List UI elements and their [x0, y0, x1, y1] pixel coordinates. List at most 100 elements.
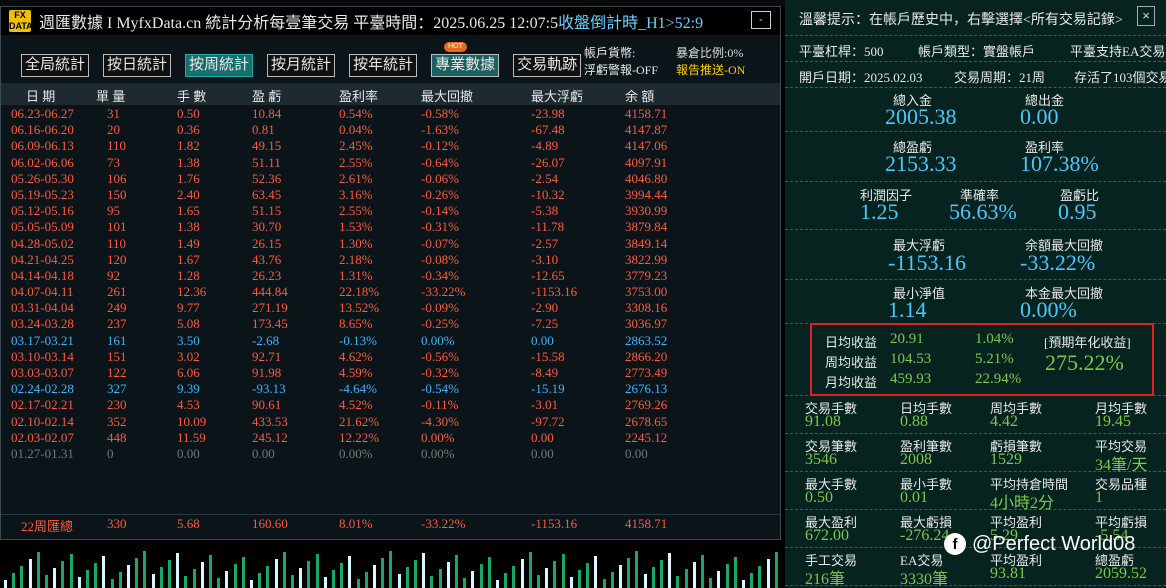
highlight-box — [810, 323, 1154, 396]
hint-section: 溫馨提示：在帳戶歷史中，右擊選擇<所有交易記錄> × — [785, 0, 1166, 36]
cell-lots: 9.39 — [177, 381, 200, 397]
cell-pnl: 0.00 — [252, 445, 275, 461]
candle-bar — [266, 566, 270, 588]
table-row: 02.10-02.14 352 10.09 433.53 21.62% -4.30% -97… — [1, 414, 780, 430]
cell-pnl: 26.15 — [252, 235, 282, 251]
deposit-value: 2005.38 — [885, 104, 957, 129]
tab-overall[interactable]: 全局統計 — [21, 54, 90, 77]
cell-date: 04.07-04.11 — [11, 284, 74, 300]
cell-balance: 3036.97 — [625, 316, 668, 332]
candle-bar — [323, 577, 327, 588]
cell-orders: 31 — [107, 106, 120, 121]
table-row: 03.24-03.28 237 5.08 173.45 8.65% -0.25% -7.25… — [1, 316, 780, 332]
cell-float: -7.25 — [531, 316, 559, 332]
candle-bar — [520, 559, 524, 588]
minimize-button[interactable]: - — [751, 11, 771, 29]
cell-orders: 151 — [107, 348, 127, 364]
profit-rate-value: 107.38% — [1020, 151, 1099, 176]
total-pnl-value: 2153.33 — [885, 151, 957, 176]
cell-lots: 6.06 — [177, 365, 200, 380]
stat-value: 0.01 — [900, 489, 928, 506]
stat-value: 672.00 — [805, 527, 849, 544]
candle-bar — [184, 576, 188, 588]
candle-bar — [159, 567, 163, 588]
stat-value: 91.08 — [805, 413, 841, 430]
candle-bar — [102, 556, 106, 588]
summary-dd: -33.22% — [421, 516, 466, 531]
min-equity-value: 1.14 — [888, 297, 927, 322]
cell-date: 06.09-06.13 — [11, 138, 74, 154]
tab-yearly[interactable]: 按年統計 — [349, 54, 418, 77]
cell-dd: -0.25% — [421, 316, 459, 332]
tab-professional[interactable]: HOT 專業數據 — [431, 42, 500, 77]
cell-dd: -33.22% — [421, 284, 466, 300]
candle-bar — [28, 559, 32, 588]
cell-rate: 4.62% — [339, 348, 373, 364]
candle-bar — [471, 571, 475, 588]
cell-pnl: 245.12 — [252, 429, 288, 445]
cell-balance: 3930.99 — [625, 203, 668, 219]
cell-rate: 1.30% — [339, 235, 373, 251]
stat-value: 1529 — [990, 451, 1022, 468]
ratio-section: 利潤因子 1.25 準確率 56.63% 盈虧比 0.95 — [785, 182, 1166, 230]
cell-float: -2.90 — [531, 300, 559, 316]
tab-daily[interactable]: 按日統計 — [103, 54, 172, 77]
cell-float: 0.00 — [531, 429, 554, 445]
candle-bar — [438, 569, 442, 588]
candle-bar — [619, 565, 622, 588]
cell-pnl: 92.71 — [252, 348, 282, 364]
candle-bar — [45, 575, 48, 588]
cell-rate: -4.64% — [339, 381, 377, 397]
table-row: 05.19-05.23 150 2.40 63.45 3.16% -0.26% -10.32… — [1, 187, 780, 203]
cell-pnl: 51.11 — [252, 154, 281, 170]
cell-orders: 106 — [107, 170, 127, 186]
fx-data-logo: FX DATA — [9, 10, 33, 32]
summary-lots: 5.68 — [177, 516, 200, 531]
float-alert-toggle[interactable]: 浮虧警報-OFF — [584, 62, 676, 79]
cell-pnl: 90.61 — [252, 397, 282, 413]
title-text: 週匯數據 I MyfxData.cn 統計分析每壹筆交易 平臺時間：2025.0… — [39, 15, 559, 32]
candle-bar — [217, 578, 221, 588]
cell-lots: 11.59 — [177, 429, 206, 445]
stat-value: 1 — [1095, 489, 1103, 506]
weekly-table-body: 06.23-06.27 31 0.50 10.84 0.54% -0.58% -23.98 4… — [1, 106, 780, 462]
header-max-drawdown: 最大回撤 — [421, 89, 474, 104]
stat-value: 0.88 — [900, 413, 928, 430]
cell-lots: 1.76 — [177, 170, 200, 186]
equity-section: 最小淨值 1.14 本金最大回撤 0.00% — [785, 280, 1166, 324]
cell-pnl: 433.53 — [252, 413, 288, 429]
report-push-toggle[interactable]: 報告推送-ON — [676, 62, 745, 79]
trade-cycle-text: 交易周期：21周 — [954, 70, 1046, 85]
candle-bar — [69, 554, 73, 588]
candle-bar — [512, 566, 516, 588]
watermark-text: @Perfect World08 — [972, 533, 1136, 555]
header-lots: 手 數 — [177, 89, 207, 104]
cell-lots: 0.00 — [177, 445, 200, 461]
candle-bar — [725, 564, 729, 588]
cell-date: 02.10-02.14 — [11, 413, 74, 429]
table-row: 06.02-06.06 73 1.38 51.11 2.55% -0.64% -26.07 4… — [1, 155, 780, 171]
cell-pnl: 52.36 — [252, 170, 282, 186]
tab-trade-track[interactable]: 交易軌跡 — [513, 54, 582, 77]
close-button[interactable]: × — [1137, 6, 1155, 26]
cell-orders: 352 — [107, 413, 127, 429]
candle-bar — [389, 551, 393, 588]
table-row: 04.28-05.02 110 1.49 26.15 1.30% -0.07% -2.57 3… — [1, 236, 780, 252]
cell-dd: -0.09% — [421, 300, 459, 316]
stats-row: 交易手數 91.08 日均手數 0.88 周均手數 4.42 月均手數 19.45 — [785, 396, 1166, 434]
candle-bar — [553, 561, 557, 588]
hint-text: 溫馨提示：在帳戶歷史中，右擊選擇<所有交易記錄> — [799, 13, 1123, 28]
cell-lots: 5.08 — [177, 316, 200, 332]
candle-bar — [291, 575, 294, 588]
cell-dd: -0.31% — [421, 219, 459, 235]
cell-float: -5.38 — [531, 203, 559, 219]
tab-weekly[interactable]: 按周統計 — [185, 54, 254, 77]
candle-bar — [479, 564, 483, 588]
candle-bar — [118, 572, 122, 588]
stat-value: 4.42 — [990, 413, 1018, 430]
tab-monthly[interactable]: 按月統計 — [267, 54, 336, 77]
header-rate: 盈利率 — [339, 89, 379, 104]
summary-balance: 4158.71 — [625, 516, 668, 531]
cell-pnl: 173.45 — [252, 316, 288, 332]
cell-dd: -0.14% — [421, 203, 459, 219]
